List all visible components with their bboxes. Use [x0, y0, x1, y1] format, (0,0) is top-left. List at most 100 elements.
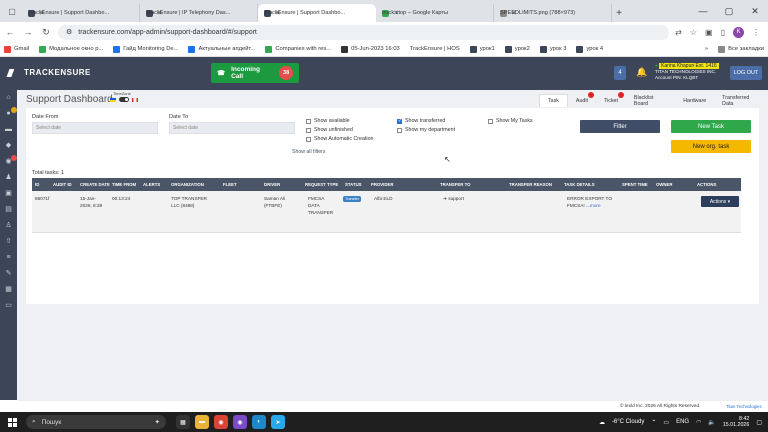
tab-task[interactable]: Task: [539, 94, 568, 107]
column-header[interactable]: SPENT TIME: [622, 178, 648, 191]
bookmark-star-icon[interactable]: ☆: [690, 28, 697, 37]
edit-icon[interactable]: ✎: [5, 270, 13, 278]
upload-icon[interactable]: ⇧: [5, 238, 13, 246]
bookmark-item[interactable]: Модальное окно р...: [39, 45, 103, 53]
show-available-checkbox[interactable]: Show available: [306, 118, 350, 124]
bookmark-item[interactable]: Актуальные апдейт...: [188, 45, 255, 53]
bookmark-item[interactable]: урок 3: [539, 45, 566, 53]
new-org-task-button[interactable]: New org. task: [671, 140, 751, 153]
new-tab-button[interactable]: +: [612, 4, 626, 22]
timezone-toggle[interactable]: [119, 97, 129, 102]
browser-tab-4[interactable]: truck stop – Google Карты ✕: [376, 4, 494, 22]
app-logo[interactable]: TRACKENSURE: [6, 68, 91, 77]
notifications-count-button[interactable]: 4: [614, 66, 626, 80]
show-unfinished-checkbox[interactable]: Show unfinished: [306, 127, 353, 133]
reload-icon[interactable]: ↻: [40, 27, 52, 38]
bell-icon[interactable]: 🔔: [636, 67, 647, 78]
more-link[interactable]: more: [590, 203, 601, 208]
translate-icon[interactable]: ⇄: [675, 28, 682, 37]
bus-icon[interactable]: ▣: [5, 190, 13, 198]
column-header[interactable]: ACTIONS: [697, 178, 716, 191]
extensions-icon[interactable]: ▣: [705, 28, 713, 37]
column-header[interactable]: CREATE DATE: [80, 178, 110, 191]
browser-tab-3[interactable]: TrackEnsure | Support Dashbo... ✕: [258, 4, 376, 22]
column-header[interactable]: ID: [35, 178, 39, 191]
weather-text[interactable]: -6°C Cloudy: [612, 419, 644, 425]
chrome-icon[interactable]: ◉: [214, 415, 228, 429]
notifications-icon[interactable]: ▢: [756, 419, 762, 426]
edge-icon[interactable]: ◐: [252, 415, 266, 429]
tab-hardware[interactable]: Hardware: [675, 94, 714, 107]
bookmark-item[interactable]: Gmail: [4, 45, 29, 53]
chrome-profile-icon[interactable]: ◉: [233, 415, 247, 429]
diamond-icon[interactable]: ◆: [5, 142, 13, 150]
show-transferred-checkbox[interactable]: Show transferred: [397, 118, 445, 124]
users-icon[interactable]: ●: [5, 107, 17, 118]
clock[interactable]: 8:42 15.01.2026: [723, 416, 750, 429]
column-header[interactable]: ORGANIZATION: [171, 178, 204, 191]
telegram-icon[interactable]: ➤: [271, 415, 285, 429]
people-icon[interactable]: ♙: [5, 222, 13, 230]
browser-tab-1[interactable]: TrackEnsure | Support Dashbo... ✕: [22, 4, 140, 22]
column-header[interactable]: DRIVER: [264, 178, 280, 191]
bookmark-item[interactable]: Companies with res...: [265, 45, 331, 53]
footer-brand[interactable]: Titan Technologies: [726, 404, 762, 409]
bookmarks-more[interactable]: »: [705, 46, 708, 52]
task-view-icon[interactable]: ▦: [176, 415, 190, 429]
column-header[interactable]: TRANSFER TO: [440, 178, 470, 191]
logout-button[interactable]: LOG OUT: [730, 66, 762, 80]
site-info-icon[interactable]: ⚙: [66, 28, 72, 36]
menu-icon[interactable]: ⋮: [752, 28, 760, 37]
bookmark-item[interactable]: урок2: [504, 45, 530, 53]
new-task-button[interactable]: New Task: [671, 120, 751, 133]
language-indicator[interactable]: ENG: [676, 419, 689, 425]
avatar[interactable]: K: [733, 26, 744, 38]
wifi-icon[interactable]: ◠: [696, 419, 701, 426]
team-icon[interactable]: ♟: [5, 174, 13, 182]
column-header[interactable]: TASK DETAILS: [564, 178, 595, 191]
user-info[interactable]: ● Karina Khapun Ext. 1416 TITAN TECHNOLO…: [655, 63, 719, 81]
column-header[interactable]: TRANSFER REASON: [509, 178, 552, 191]
column-header[interactable]: OWNER: [656, 178, 672, 191]
url-input[interactable]: ⚙ trackensure.com/app-admin/support-dash…: [58, 24, 670, 40]
browser-tab-2[interactable]: TrackEnsure | IP Telephony Das... ✕: [140, 4, 258, 22]
browser-tab-5[interactable]: SPEEDLIMITS.png (788×973) ✕: [494, 4, 612, 22]
column-header[interactable]: TIME FROM: [112, 178, 136, 191]
cell-organization[interactable]: TOP TRANSFER LLC (8488): [171, 195, 207, 209]
filter-button[interactable]: Filter: [580, 120, 660, 133]
bookmark-item[interactable]: 05-Jun-2023 16:03: [341, 45, 400, 53]
show-all-filters-link[interactable]: Show all filters: [292, 149, 325, 155]
bookmark-item[interactable]: TrackEnsure | HOS: [410, 46, 460, 52]
actions-dropdown-button[interactable]: Actions ▾: [701, 196, 739, 207]
column-header[interactable]: AUDIT ID: [53, 178, 72, 191]
show-automatic-creation-checkbox[interactable]: Show Automatic Creation: [306, 136, 373, 142]
bookmark-item[interactable]: Гайд Monitoring De...: [113, 45, 178, 53]
truck-icon[interactable]: ▬: [5, 126, 13, 134]
table-row[interactable]: 86071f 15-Jan- 2026, 8:28 00:13:24 TOP TR…: [32, 191, 741, 233]
file-explorer-icon[interactable]: ▬: [195, 415, 209, 429]
home-icon[interactable]: ⌂: [5, 94, 13, 102]
report-icon[interactable]: ▦: [5, 286, 13, 294]
tab-blacklist-board[interactable]: Blacklist Board: [626, 94, 675, 107]
column-header[interactable]: PROVIDER: [371, 178, 393, 191]
cell-driver[interactable]: Saman Ali (FTBFE): [264, 195, 285, 209]
sidepanel-icon[interactable]: ▯: [721, 28, 725, 37]
list-icon[interactable]: ≡: [5, 254, 13, 262]
show-my-department-checkbox[interactable]: Show my department: [397, 127, 455, 133]
maximize-icon[interactable]: ▢: [716, 0, 742, 22]
incoming-call-button[interactable]: ☎ Incoming Call 38: [211, 63, 299, 83]
show-my-tasks-checkbox[interactable]: Show My Tasks: [488, 118, 533, 124]
tab-ticket[interactable]: Ticket: [596, 92, 626, 107]
column-header[interactable]: REQUEST TYPE: [305, 178, 338, 191]
column-header[interactable]: STATUS: [345, 178, 362, 191]
tab-audit[interactable]: Audit: [568, 92, 596, 107]
screenshot-icon[interactable]: ▭: [663, 419, 669, 426]
tab-transferred-data[interactable]: Transferred Data: [714, 94, 768, 107]
tab-search-icon[interactable]: ▢: [4, 4, 20, 18]
minimize-icon[interactable]: —: [690, 0, 716, 22]
chat-icon[interactable]: ◉: [5, 155, 17, 166]
taskbar-search[interactable]: ⌕ Пошук ✦: [26, 415, 166, 429]
column-header[interactable]: FLEET: [223, 178, 237, 191]
monitor-icon[interactable]: ▭: [5, 302, 13, 310]
bookmark-item[interactable]: урок1: [469, 45, 495, 53]
